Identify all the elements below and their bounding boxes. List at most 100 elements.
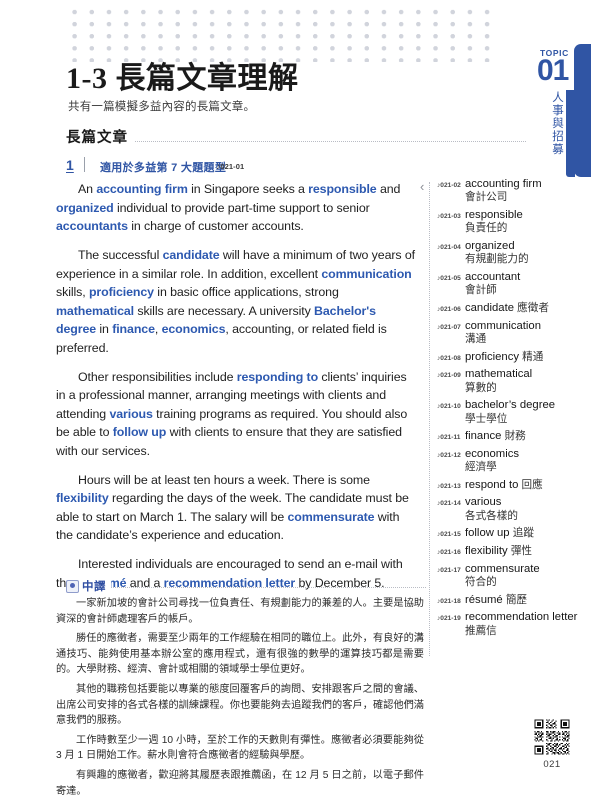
- vocabulary-term: finance: [465, 430, 502, 443]
- vocabulary-audio-code[interactable]: ♪021-17: [437, 563, 465, 574]
- page-title: 1-3 長篇文章理解: [66, 62, 299, 95]
- vocabulary-translation: 推薦信: [465, 624, 497, 637]
- decorative-dot-grid: [66, 6, 498, 62]
- passage-text: Other responsibilities include: [78, 369, 237, 384]
- vocabulary-entry[interactable]: ♪021-09 mathematical 算數的: [437, 368, 589, 395]
- dot-square-icon: [66, 579, 79, 593]
- item-divider: [84, 157, 85, 172]
- vocabulary-entry[interactable]: ♪021-02 accounting firm 會計公司: [437, 178, 589, 205]
- vocabulary-entry[interactable]: ♪021-06 candidate 應徵者: [437, 302, 589, 315]
- vocabulary-entry[interactable]: ♪021-15 follow up 追蹤: [437, 527, 589, 540]
- vocabulary-audio-code[interactable]: ♪021-18: [437, 594, 465, 605]
- section-header-rule: [66, 141, 526, 142]
- translation-paragraph: 有興趣的應徵者，歡迎將其履歷表跟推薦函，在 12 月 5 日之前，以電子郵件寄達…: [56, 769, 424, 797]
- vocabulary-term: organized: [465, 240, 515, 252]
- vocabulary-entry[interactable]: ♪021-16 flexibility 彈性: [437, 545, 589, 558]
- vocabulary-term: commensurate: [465, 562, 540, 575]
- vocabulary-audio-code[interactable]: ♪021-19: [437, 611, 465, 622]
- vocabulary-body: commensurate 符合的: [465, 563, 589, 590]
- vocabulary-audio-code[interactable]: ♪021-02: [437, 178, 465, 189]
- vocabulary-entry[interactable]: ♪021-11 finance 財務: [437, 430, 589, 443]
- passage-keyword: accounting firm: [96, 182, 188, 196]
- vocabulary-term: résumé: [465, 593, 503, 606]
- passage-text: in: [96, 322, 113, 336]
- vocabulary-translation: 會計師: [465, 284, 497, 297]
- page-number: 021: [543, 759, 561, 770]
- vocabulary-audio-code[interactable]: ♪021-04: [437, 240, 465, 251]
- vocabulary-term: bachelor’s degree: [465, 399, 556, 412]
- passage-paragraph: The successful candidate will have a min…: [56, 246, 418, 357]
- audio-track-tag[interactable]: ♪021-01: [216, 161, 244, 171]
- passage-text: in basic office applications, strong: [153, 285, 339, 299]
- vocabulary-body: follow up 追蹤: [465, 527, 589, 540]
- vocabulary-translation: 追蹤: [512, 527, 534, 540]
- vocabulary-audio-code[interactable]: ♪021-14: [437, 496, 465, 507]
- vocabulary-audio-code[interactable]: ♪021-12: [437, 448, 465, 459]
- vocabulary-audio-code[interactable]: ♪021-08: [437, 351, 465, 362]
- vocabulary-audio-code[interactable]: ♪021-16: [437, 545, 465, 556]
- vocabulary-entry[interactable]: ♪021-19 recommendation letter 推薦信: [437, 611, 589, 638]
- translation-header-rule: [66, 587, 426, 588]
- section-header-label: 長篇文章: [66, 126, 134, 147]
- textbook-page: TOPIC 01 人事與招募 1-3 長篇文章理解 共有一篇模擬多益內容的長篇文…: [0, 0, 591, 800]
- passage-paragraph: Hours will be at least ten hours a week.…: [56, 471, 418, 545]
- passage-text: Hours will be at least ten hours a week.…: [78, 472, 370, 487]
- passage-text: in charge of customer accounts.: [127, 219, 304, 233]
- translation-paragraph: 工作時數至少一週 10 小時，至於工作的天數則有彈性。應徵者必須要能夠從 3 月…: [56, 734, 424, 762]
- vocabulary-translation: 回應: [521, 478, 543, 491]
- passage-text: An: [78, 182, 97, 196]
- passage-keyword: economics: [161, 322, 226, 336]
- passage-keyword: various: [109, 406, 153, 421]
- vocabulary-audio-code[interactable]: ♪021-07: [437, 320, 465, 331]
- passage-paragraph: Other responsibilities include respondin…: [56, 368, 418, 461]
- item-description: 適用於多益第 7 大題題型: [100, 162, 227, 174]
- vocabulary-audio-code[interactable]: ♪021-03: [437, 209, 465, 220]
- vocabulary-entry[interactable]: ♪021-05 accountant 會計師: [437, 271, 589, 298]
- qr-code-icon[interactable]: [533, 718, 571, 756]
- passage-text: and: [376, 182, 401, 196]
- translation-badge: 中譯: [66, 578, 111, 594]
- passage-keyword: flexibility: [56, 491, 109, 505]
- topic-tab-bar: [566, 44, 591, 177]
- vocabulary-entry[interactable]: ♪021-03 responsible 負責任的: [437, 209, 589, 236]
- vocabulary-entry[interactable]: ♪021-17 commensurate 符合的: [437, 563, 589, 590]
- vocabulary-term: mathematical: [465, 368, 533, 381]
- vocabulary-entry[interactable]: ♪021-18 résumé 簡歷: [437, 594, 589, 607]
- vocabulary-entry[interactable]: ♪021-10 bachelor’s degree 學士學位: [437, 399, 589, 426]
- vocabulary-entry[interactable]: ♪021-07 communication 溝通: [437, 320, 589, 347]
- vocabulary-body: organized 有規劃能力的: [465, 240, 589, 267]
- vocabulary-body: accountant 會計師: [465, 271, 589, 298]
- vocabulary-term: candidate: [465, 302, 514, 314]
- vocabulary-entry[interactable]: ♪021-12 economics 經濟學: [437, 448, 589, 475]
- vocabulary-list: ♪021-02 accounting firm 會計公司 ♪021-03 respons…: [437, 178, 589, 642]
- vocabulary-entry[interactable]: ♪021-04 organized 有規劃能力的: [437, 240, 589, 267]
- passage-keyword: organized: [56, 200, 114, 215]
- vocabulary-audio-code[interactable]: ♪021-05: [437, 271, 465, 282]
- vocabulary-body: candidate 應徵者: [465, 302, 589, 315]
- vocabulary-audio-code[interactable]: ♪021-11: [437, 430, 465, 441]
- vocabulary-translation: 溝通: [465, 333, 487, 345]
- vocabulary-translation: 彈性: [510, 544, 533, 557]
- vocabulary-term: various: [465, 496, 502, 509]
- vocabulary-entry[interactable]: ♪021-14 various 各式各樣的: [437, 496, 589, 523]
- vocabulary-body: communication 溝通: [465, 320, 589, 347]
- vocabulary-translation: 會計公司: [465, 191, 508, 204]
- vocabulary-body: mathematical 算數的: [465, 368, 589, 395]
- passage-keyword: commensurate: [287, 509, 375, 524]
- translation-paragraph: 一家新加坡的會計公司尋找一位負責任、有規劃能力的兼差的人。主要是協助資深的會計師…: [56, 598, 424, 625]
- vocabulary-audio-code[interactable]: ♪021-09: [437, 368, 465, 379]
- vocabulary-audio-code[interactable]: ♪021-10: [437, 399, 465, 410]
- vocabulary-translation: 有規劃能力的: [465, 253, 529, 266]
- passage-bracket-marker: ‹: [420, 179, 425, 194]
- vocabulary-entry[interactable]: ♪021-13 respond to 回應: [437, 479, 589, 492]
- translation-body: 一家新加坡的會計公司尋找一位負責任、有規劃能力的兼差的人。主要是協助資深的會計師…: [56, 596, 424, 799]
- vocabulary-audio-code[interactable]: ♪021-06: [437, 302, 465, 313]
- passage-keyword: finance: [112, 322, 155, 336]
- topic-number: 01: [537, 54, 569, 87]
- vocabulary-audio-code[interactable]: ♪021-15: [437, 527, 465, 538]
- vocabulary-audio-code[interactable]: ♪021-13: [437, 479, 465, 490]
- section-header: 長篇文章: [66, 126, 526, 147]
- vocabulary-term: communication: [465, 319, 541, 332]
- vocabulary-entry[interactable]: ♪021-08 proficiency 精通: [437, 351, 589, 364]
- vocabulary-body: economics 經濟學: [465, 448, 589, 475]
